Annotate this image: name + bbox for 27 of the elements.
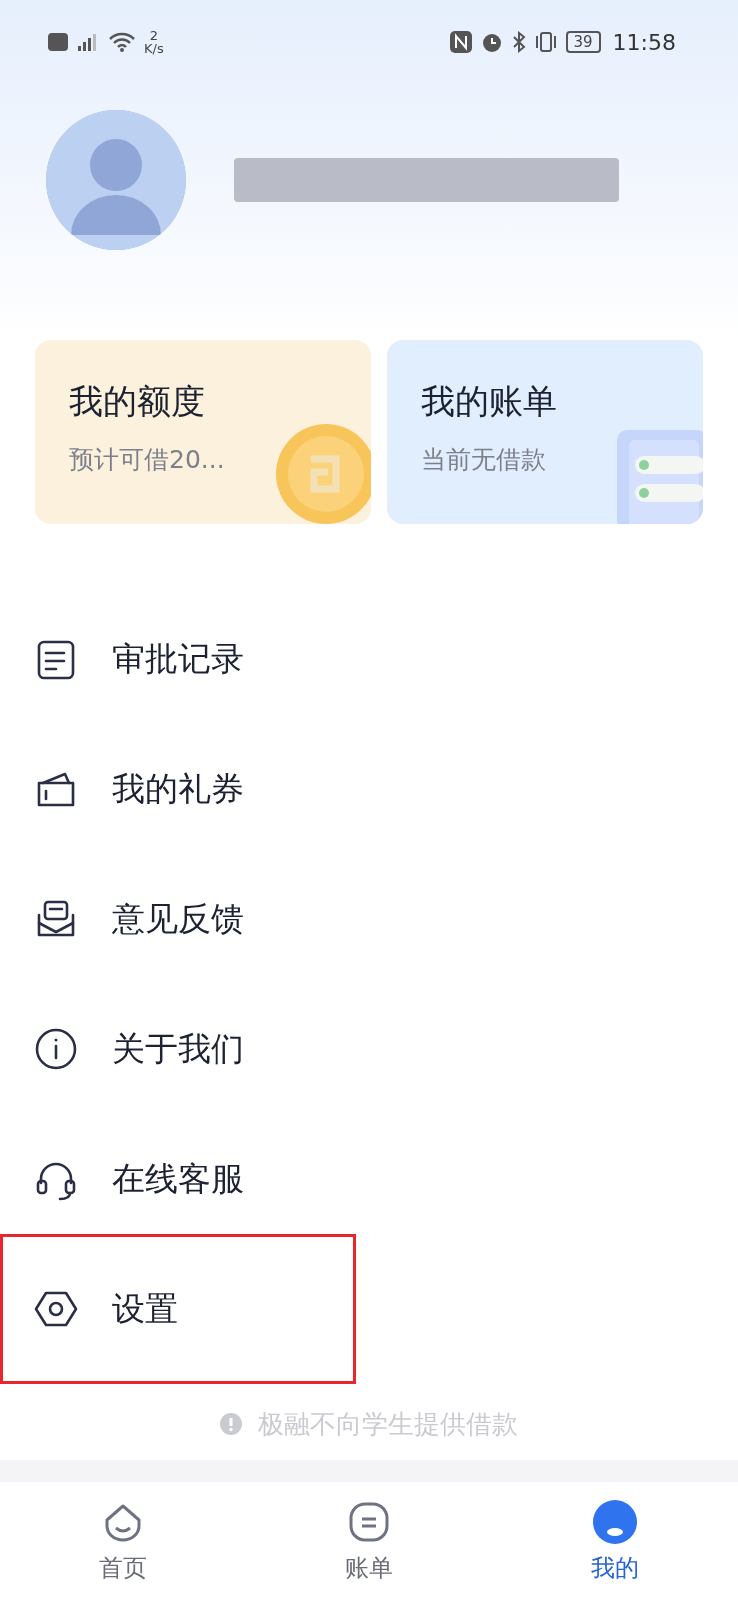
menu-item[interactable]: 在线客服 xyxy=(112,1154,244,1204)
bluetooth-icon xyxy=(511,31,526,53)
tab[interactable]: 我的 xyxy=(492,1482,738,1600)
vibrate-icon xyxy=(533,31,558,53)
card-title: 我的额度 xyxy=(69,380,206,423)
card-background[interactable]: 我的账单 当前无借款 xyxy=(386,340,703,524)
battery-icon: 39 xyxy=(565,31,601,53)
menu-item[interactable]: 我的礼券 xyxy=(112,764,244,814)
network-speed-value: 2 xyxy=(149,29,158,42)
nfc-icon xyxy=(449,31,472,53)
card-subtitle: 当前无借款 xyxy=(420,444,547,476)
tab[interactable]: 账单 xyxy=(246,1482,492,1600)
menu-item[interactable]: 审批记录 xyxy=(112,634,244,684)
tab[interactable]: 首页 xyxy=(0,1482,246,1600)
info-icon xyxy=(34,1027,78,1071)
card-title: 我的账单 xyxy=(420,380,558,423)
menu-item[interactable]: 关于我们 xyxy=(112,1024,244,1074)
wifi-icon xyxy=(108,31,136,53)
clock-time: 11:58 xyxy=(612,28,676,57)
menu-item[interactable]: 意见反馈 xyxy=(112,894,244,944)
profile-icon xyxy=(591,1498,639,1546)
alert-icon xyxy=(220,1413,242,1435)
document-icon xyxy=(615,428,703,524)
menu-item[interactable]: 设置 xyxy=(112,1284,178,1334)
card-subtitle: 预计可借20... xyxy=(69,444,226,476)
card-background[interactable]: 我的额度 预计可借20... xyxy=(35,340,371,524)
network-speed-unit: K/s xyxy=(144,42,164,55)
